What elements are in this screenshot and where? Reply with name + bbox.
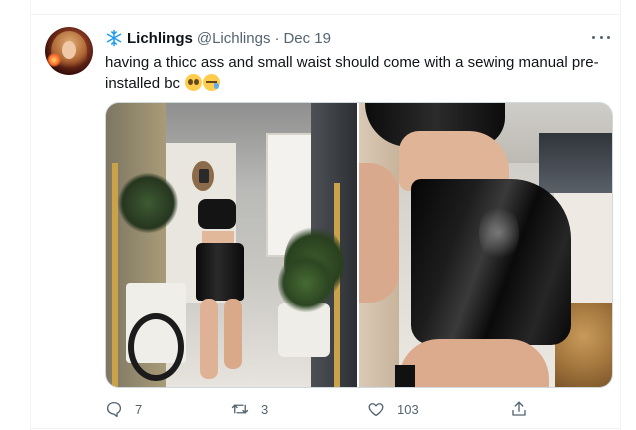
retweet-icon bbox=[231, 404, 249, 414]
avatar[interactable] bbox=[45, 27, 93, 75]
share-icon bbox=[512, 401, 526, 416]
separator-dot: · bbox=[274, 29, 280, 47]
pleading-face-icon bbox=[185, 74, 203, 91]
timeline-right-border bbox=[620, 0, 621, 430]
like-count: 103 bbox=[397, 401, 419, 417]
tweet-date[interactable]: Dec 19 bbox=[283, 30, 331, 47]
photo-back-view[interactable] bbox=[359, 103, 612, 387]
photo-mirror-selfie[interactable] bbox=[106, 103, 357, 387]
user-handle[interactable]: @Lichlings bbox=[197, 30, 271, 47]
tweet-bottom-border bbox=[30, 428, 620, 429]
reply-button[interactable]: 7 bbox=[105, 398, 142, 420]
display-name[interactable]: Lichlings bbox=[127, 30, 193, 47]
previous-tweet-border bbox=[30, 0, 620, 15]
more-icon[interactable] bbox=[592, 30, 610, 44]
tweet-header: Lichlings @Lichlings · Dec 19 bbox=[105, 28, 331, 48]
avatar-face bbox=[62, 41, 76, 59]
avatar-flame bbox=[47, 53, 61, 67]
snowflake-icon bbox=[105, 29, 123, 47]
reply-count: 7 bbox=[135, 401, 143, 417]
retweet-button[interactable]: 3 bbox=[231, 398, 268, 420]
retweet-count: 3 bbox=[261, 401, 269, 417]
tweet-actions: 7 3 103 bbox=[105, 398, 535, 420]
reply-icon bbox=[106, 401, 122, 418]
sleepy-face-icon bbox=[203, 74, 221, 91]
share-button[interactable] bbox=[510, 398, 528, 420]
heart-icon bbox=[368, 403, 384, 417]
timeline-left-border bbox=[30, 0, 31, 430]
tweet-page: Lichlings @Lichlings · Dec 19 having a t… bbox=[0, 0, 636, 430]
like-button[interactable]: 103 bbox=[367, 398, 419, 420]
tweet-media bbox=[105, 102, 613, 388]
tweet-body: having a thicc ass and small waist shoul… bbox=[105, 54, 599, 92]
tweet-text: having a thicc ass and small waist shoul… bbox=[105, 52, 605, 94]
